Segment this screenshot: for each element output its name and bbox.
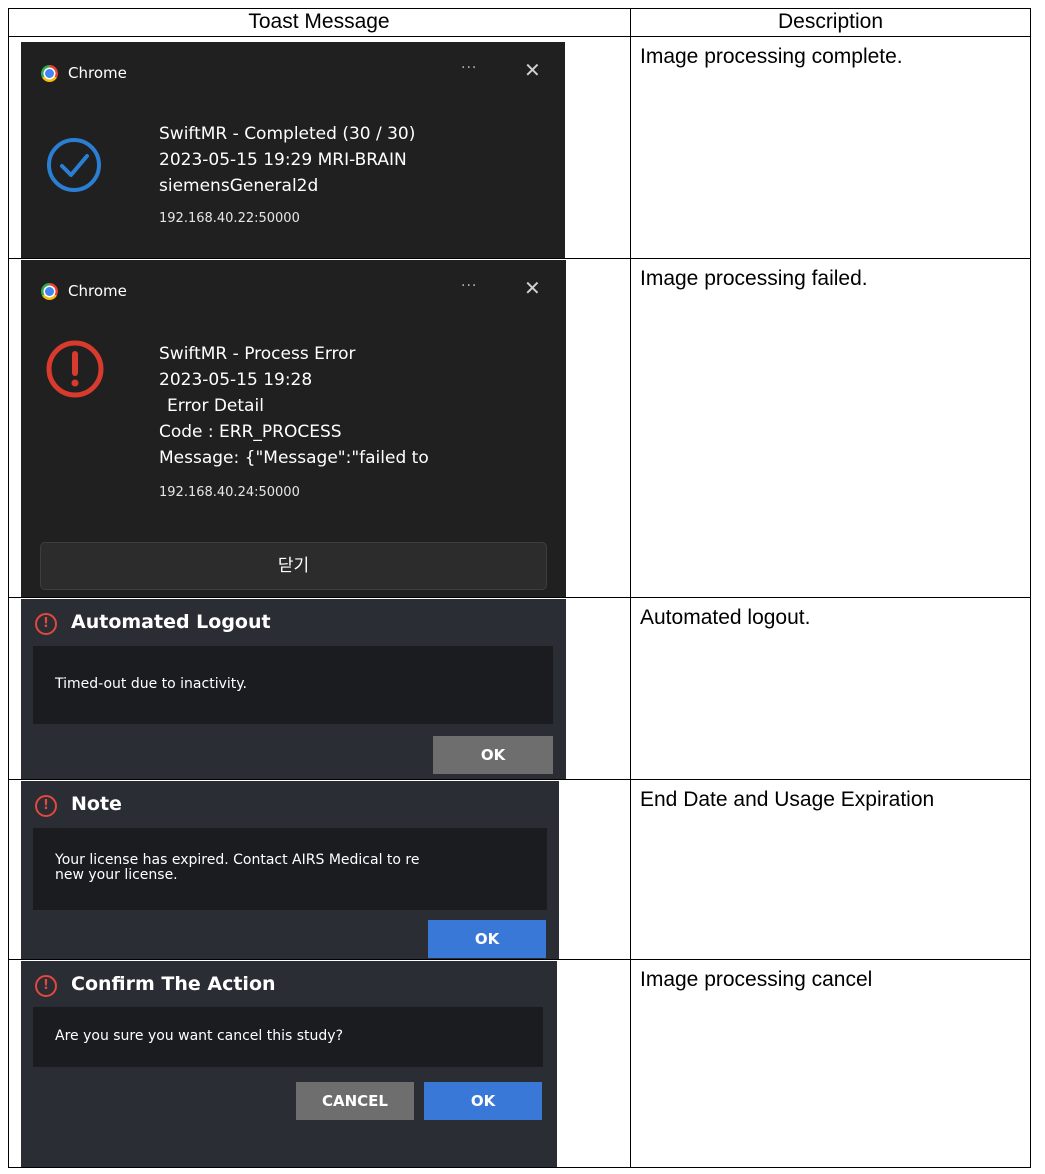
description-complete: Image processing complete. <box>640 45 903 68</box>
chrome-icon <box>41 282 58 300</box>
dialog-message: Timed-out due to inactivity. <box>55 676 247 692</box>
dialog-title: Confirm The Action <box>71 973 276 995</box>
chrome-icon <box>41 64 58 82</box>
ok-button[interactable]: OK <box>433 736 553 774</box>
toast-title: SwiftMR - Completed (30 / 30) <box>159 124 416 144</box>
dialog-title: Automated Logout <box>71 611 271 633</box>
toast-line: 2023-05-15 19:29 MRI-BRAIN <box>159 150 407 170</box>
dialog-body: Timed-out due to inactivity. <box>33 646 553 724</box>
table-border-bottom <box>8 1167 1031 1168</box>
toast-line: 2023-05-15 19:28 <box>159 370 313 390</box>
toast-table: Toast Message Description Image processi… <box>8 8 1031 1168</box>
toast-source: 192.168.40.22:50000 <box>159 211 300 226</box>
header-description: Description <box>777 10 884 33</box>
close-icon[interactable]: ✕ <box>524 58 541 82</box>
toast-header: Chrome <box>41 279 127 303</box>
app-name: Chrome <box>68 282 127 300</box>
table-row-divider <box>8 779 1031 780</box>
toast-header: Chrome <box>41 61 127 85</box>
toast-line: Message: {"Message":"failed to <box>159 448 429 468</box>
more-options-icon[interactable]: ··· <box>461 60 477 76</box>
table-border-right <box>1030 8 1031 1168</box>
table-column-divider <box>630 8 631 1168</box>
close-button[interactable]: 닫기 <box>40 542 547 590</box>
toast-title: SwiftMR - Process Error <box>159 344 356 364</box>
table-row-divider <box>8 258 1031 259</box>
alert-circle-icon: ! <box>35 795 57 817</box>
dialog-body: Are you sure you want cancel this study? <box>33 1007 543 1067</box>
close-icon[interactable]: ✕ <box>524 276 541 300</box>
toast-source: 192.168.40.24:50000 <box>159 485 300 500</box>
dialog-automated-logout: ! Automated Logout Timed-out due to inac… <box>21 599 566 779</box>
toast-error: Chrome ··· ✕ SwiftMR - Process Error 202… <box>21 260 566 597</box>
toast-line: Error Detail <box>167 396 264 416</box>
dialog-body: Your license has expired. Contact AIRS M… <box>33 828 547 910</box>
description-expiration: End Date and Usage Expiration <box>640 788 935 811</box>
toast-line: siemensGeneral2d <box>159 176 319 196</box>
dialog-message: Are you sure you want cancel this study? <box>55 1028 344 1044</box>
dialog-message: Your license has expired. Contact AIRS M… <box>55 853 419 883</box>
dialog-message-line: new your license. <box>55 867 178 883</box>
dialog-confirm-action: ! Confirm The Action Are you sure you wa… <box>21 961 557 1167</box>
dialog-title: Note <box>71 793 122 815</box>
toast-line: Code : ERR_PROCESS <box>159 422 342 442</box>
check-circle-icon <box>47 138 101 192</box>
alert-circle-icon: ! <box>35 975 57 997</box>
dialog-message-line: Your license has expired. Contact AIRS M… <box>55 852 420 868</box>
app-name: Chrome <box>68 64 127 82</box>
table-row-divider <box>8 959 1031 960</box>
description-logout: Automated logout. <box>640 606 811 629</box>
table-row-divider <box>8 36 1031 37</box>
alert-circle-icon: ! <box>35 613 57 635</box>
table-row-divider <box>8 597 1031 598</box>
header-toast-message: Toast Message <box>248 10 390 33</box>
ok-button[interactable]: OK <box>424 1082 542 1120</box>
ok-button[interactable]: OK <box>428 920 546 958</box>
cancel-button[interactable]: CANCEL <box>296 1082 414 1120</box>
toast-completed: Chrome ··· ✕ SwiftMR - Completed (30 / 3… <box>21 42 565 258</box>
more-options-icon[interactable]: ··· <box>461 278 477 294</box>
error-circle-icon <box>46 340 104 398</box>
description-cancel: Image processing cancel <box>640 968 873 991</box>
dialog-note: ! Note Your license has expired. Contact… <box>21 781 559 959</box>
table-border-left <box>8 8 9 1168</box>
description-failed: Image processing failed. <box>640 267 868 290</box>
